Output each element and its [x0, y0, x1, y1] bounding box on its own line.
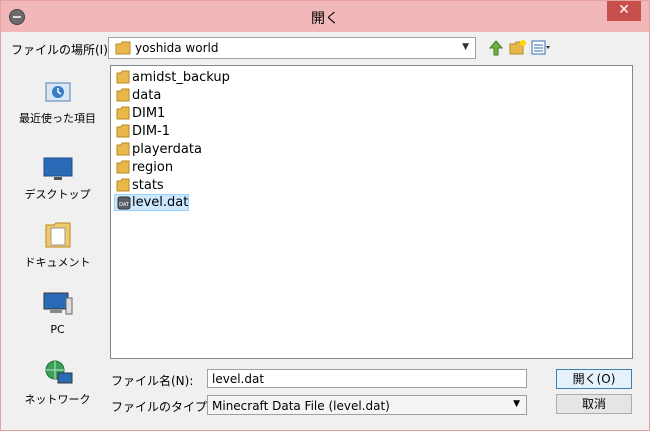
folder-icon — [116, 70, 130, 84]
file-list[interactable]: amidst_backup data DIM1 DIM-1 playerdata… — [110, 65, 633, 359]
places-bar: 最近使った項目 デスクトップ ドキュメント PC ネットワーク — [10, 65, 105, 420]
list-item-folder[interactable]: DIM1 — [114, 105, 165, 122]
recent-icon — [45, 82, 70, 102]
place-pc[interactable]: PC — [10, 290, 105, 337]
place-documents[interactable]: ドキュメント — [10, 219, 105, 270]
folder-icon — [116, 178, 130, 192]
svg-text:DAT: DAT — [119, 202, 130, 208]
list-item-folder[interactable]: amidst_backup — [114, 69, 230, 86]
folder-icon — [116, 88, 130, 102]
list-item-folder[interactable]: stats — [114, 177, 164, 194]
close-button[interactable]: ✕ — [607, 1, 641, 21]
dialog-title: 開く — [311, 11, 339, 27]
filename-field[interactable]: level.dat — [207, 369, 527, 388]
place-recent[interactable]: 最近使った項目 — [10, 77, 105, 126]
list-item-folder[interactable]: playerdata — [114, 141, 202, 158]
filetype-value: Minecraft Data File (level.dat) — [212, 399, 390, 413]
folder-icon — [116, 106, 130, 120]
place-network[interactable]: ネットワーク — [10, 358, 105, 407]
cancel-button[interactable]: 取消 — [556, 394, 632, 414]
folder-icon — [116, 142, 130, 156]
chevron-down-icon[interactable]: ▼ — [462, 42, 469, 52]
desktop-icon — [43, 157, 72, 180]
documents-icon — [45, 222, 70, 248]
location-value: yoshida world — [135, 41, 219, 55]
list-item-folder[interactable]: DIM-1 — [114, 123, 170, 140]
location-label: ファイルの場所(I): — [11, 43, 112, 57]
list-item-folder[interactable]: region — [114, 159, 173, 176]
place-desktop[interactable]: デスクトップ — [10, 155, 105, 202]
dat-file-icon: DAT — [117, 196, 131, 210]
folder-icon — [115, 41, 131, 55]
view-menu-icon[interactable] — [531, 39, 551, 57]
folder-icon — [116, 160, 130, 174]
title-bar[interactable]: 開く ✕ — [1, 1, 649, 32]
up-folder-icon[interactable] — [487, 39, 505, 57]
new-folder-icon[interactable] — [509, 39, 527, 57]
pc-icon — [43, 292, 72, 315]
filename-label: ファイル名(N): — [111, 374, 194, 388]
filetype-dropdown[interactable]: Minecraft Data File (level.dat) ▼ — [207, 395, 527, 415]
list-item-folder[interactable]: data — [114, 87, 161, 104]
location-dropdown[interactable]: yoshida world ▼ — [108, 37, 476, 59]
open-button[interactable]: 開く(O) — [556, 369, 632, 389]
chevron-down-icon[interactable]: ▼ — [513, 399, 520, 409]
list-item-file-selected[interactable]: DAT level.dat — [114, 194, 190, 211]
folder-icon — [116, 124, 130, 138]
open-dialog: 開く ✕ ファイルの場所(I): yoshida world ▼ 最近使った項目… — [0, 0, 650, 431]
network-icon — [45, 360, 72, 384]
